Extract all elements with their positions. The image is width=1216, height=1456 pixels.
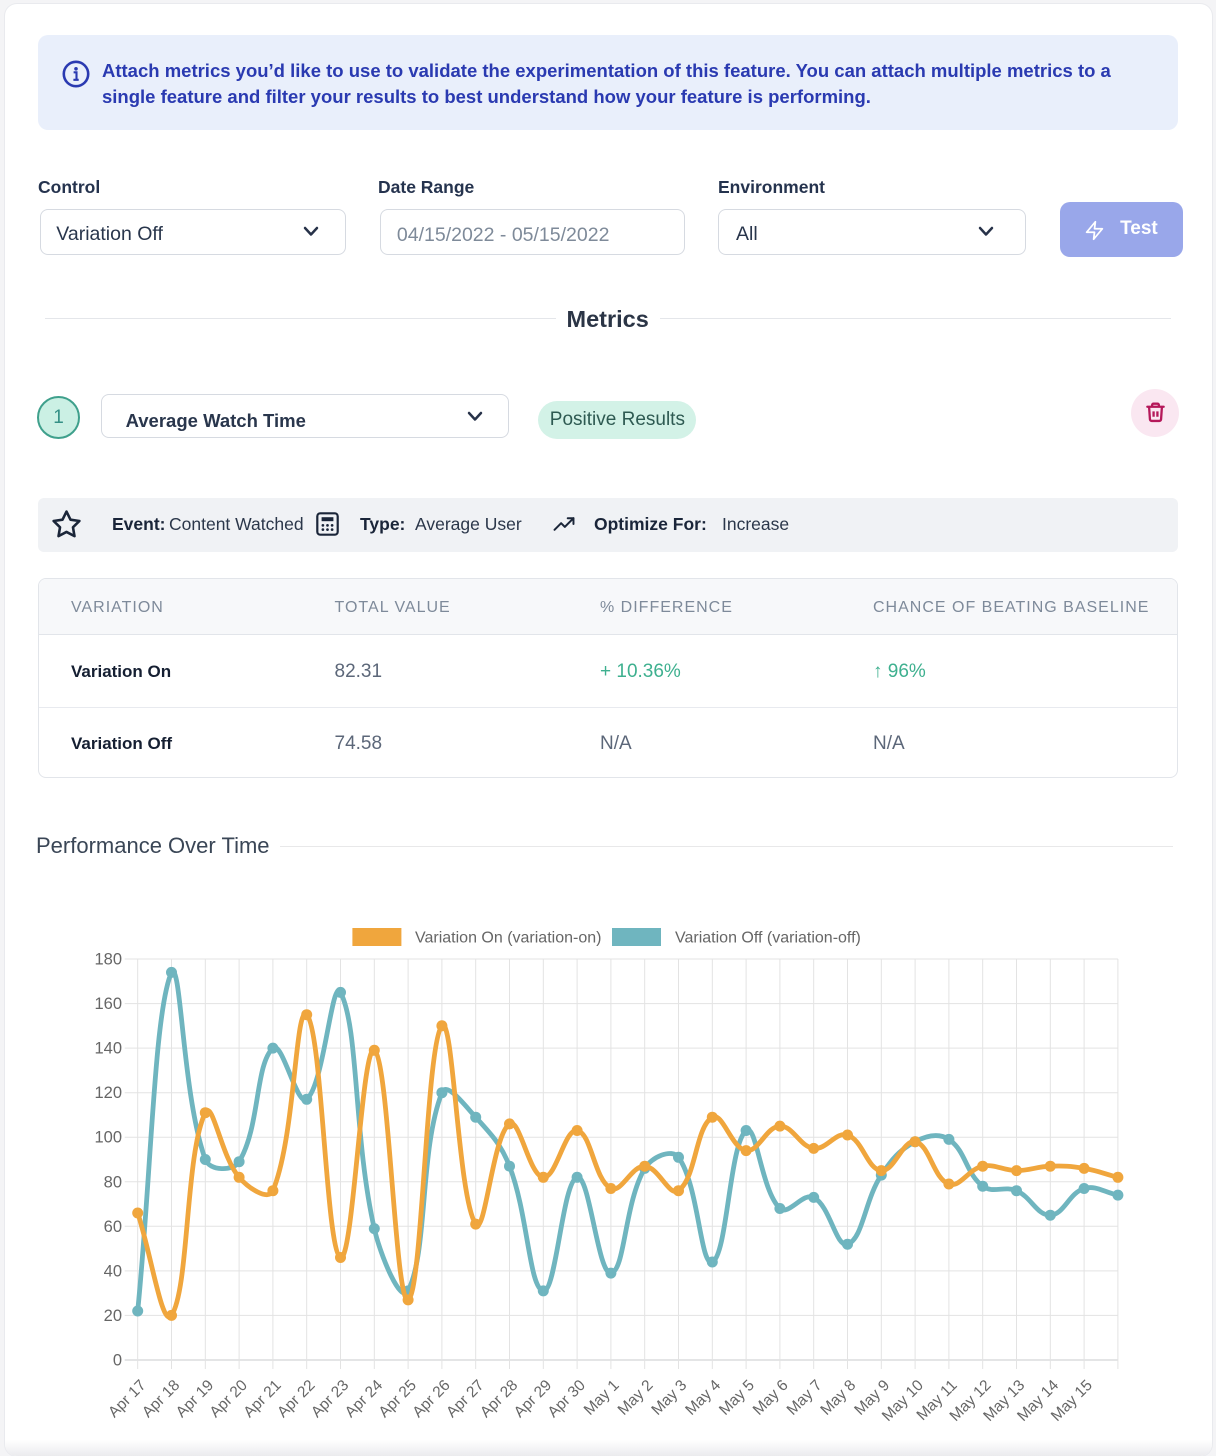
svg-text:140: 140	[94, 1040, 122, 1058]
svg-text:Apr 25: Apr 25	[376, 1377, 420, 1421]
svg-text:Apr 28: Apr 28	[477, 1377, 521, 1421]
svg-text:60: 60	[104, 1218, 122, 1236]
svg-text:40: 40	[104, 1262, 122, 1280]
svg-text:Apr 21: Apr 21	[240, 1377, 284, 1421]
svg-text:May 2: May 2	[615, 1377, 657, 1419]
svg-text:May 4: May 4	[682, 1377, 724, 1419]
svg-text:Apr 17: Apr 17	[105, 1377, 149, 1421]
svg-text:Variation Off (variation-off): Variation Off (variation-off)	[675, 930, 861, 947]
svg-text:Apr 27: Apr 27	[443, 1377, 487, 1421]
svg-text:May 6: May 6	[750, 1377, 792, 1419]
svg-text:Apr 19: Apr 19	[173, 1377, 217, 1421]
svg-text:Apr 18: Apr 18	[139, 1377, 183, 1421]
svg-text:180: 180	[94, 951, 122, 969]
svg-text:0: 0	[113, 1352, 122, 1370]
svg-text:May 7: May 7	[784, 1377, 826, 1419]
svg-text:100: 100	[94, 1129, 122, 1147]
svg-text:160: 160	[94, 995, 122, 1013]
svg-text:May 5: May 5	[716, 1377, 758, 1419]
svg-text:Apr 30: Apr 30	[545, 1377, 590, 1422]
svg-text:Apr 22: Apr 22	[274, 1377, 318, 1421]
svg-text:Variation On (variation-on): Variation On (variation-on)	[415, 930, 601, 947]
svg-text:Apr 29: Apr 29	[511, 1377, 555, 1421]
svg-text:May 3: May 3	[648, 1377, 690, 1419]
svg-text:May 8: May 8	[817, 1377, 859, 1419]
svg-text:May 1: May 1	[581, 1377, 623, 1419]
svg-text:120: 120	[94, 1084, 122, 1102]
svg-text:80: 80	[104, 1173, 122, 1191]
svg-text:20: 20	[104, 1307, 122, 1325]
svg-text:Apr 23: Apr 23	[308, 1377, 352, 1421]
svg-text:Apr 26: Apr 26	[409, 1377, 453, 1421]
